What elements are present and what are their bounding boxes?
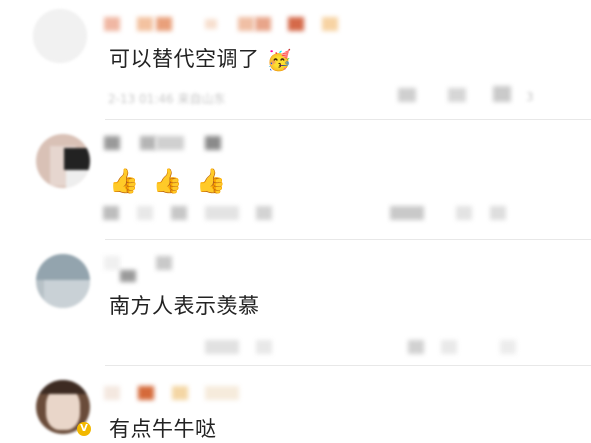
comment-item-3: 南方人表示羡慕: [0, 240, 591, 366]
comment-thumbs: 👍 👍 👍: [109, 168, 233, 195]
comment-icon[interactable]: [456, 206, 472, 220]
comment-text-content: 有点牛牛哒: [109, 417, 217, 441]
like-icon[interactable]: [493, 86, 511, 102]
avatar[interactable]: [36, 254, 90, 308]
comment-text: 可以替代空调了 🥳: [109, 46, 292, 73]
comment-item-4: V 有点牛牛哒: [0, 366, 591, 443]
party-face-icon: 🥳: [266, 48, 293, 72]
comment-icon[interactable]: [448, 88, 466, 102]
verified-badge-icon: V: [77, 422, 91, 436]
avatar[interactable]: [36, 134, 90, 188]
comment-meta-time-location: 2-13 01:46 来自山东: [108, 92, 226, 106]
comment-item-2: 👍 👍 👍: [0, 120, 591, 240]
share-icon[interactable]: [398, 88, 416, 102]
comment-icon[interactable]: [441, 340, 457, 354]
share-icon[interactable]: [408, 340, 424, 354]
comment-text-content: 可以替代空调了: [109, 47, 260, 71]
like-count: 3: [526, 90, 534, 104]
comment-text: 有点牛牛哒: [109, 416, 217, 442]
comment-item-1: 可以替代空调了 🥳 2-13 01:46 来自山东 3: [0, 0, 591, 120]
comment-text: 南方人表示羡慕: [109, 293, 260, 319]
share-icon[interactable]: [390, 206, 424, 220]
comment-text-content: 南方人表示羡慕: [109, 294, 260, 318]
like-icon[interactable]: [490, 206, 506, 220]
like-icon[interactable]: [500, 340, 516, 354]
avatar[interactable]: [33, 9, 87, 63]
thumbs-up-icon: 👍: [109, 167, 140, 195]
thumbs-up-icon: 👍: [196, 167, 227, 195]
thumbs-up-icon: 👍: [152, 167, 183, 195]
